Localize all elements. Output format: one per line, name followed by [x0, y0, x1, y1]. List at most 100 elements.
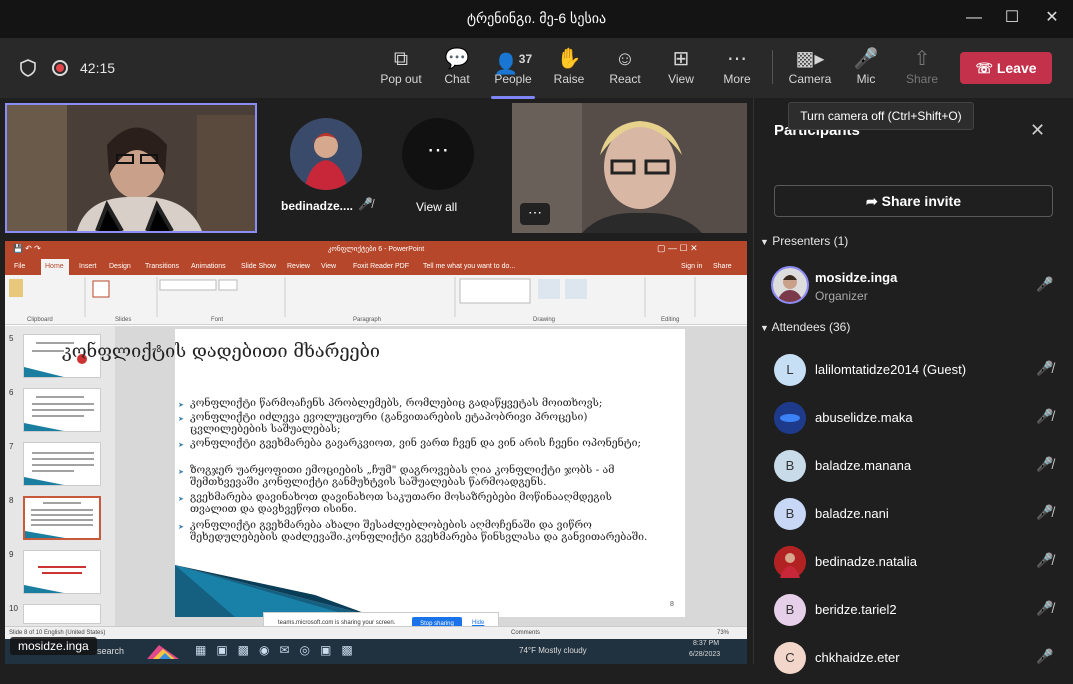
save-icon[interactable]: 💾 ↶ ↷	[13, 244, 41, 253]
ppt-tab-transitions[interactable]: Transitions	[145, 263, 179, 270]
maximize-button[interactable]: ☐	[998, 6, 1026, 30]
attendee-row[interactable]: bedinadze.natalia 🎤̸	[754, 540, 1073, 588]
people-button[interactable]: 👤37 People	[487, 46, 539, 99]
recording-icon	[52, 60, 68, 76]
toolbar-divider	[772, 50, 773, 84]
more-button[interactable]: ⋯ More	[711, 46, 763, 86]
attendees-header[interactable]: ▼ Attendees (36)	[760, 320, 850, 334]
slide-decoration-icon	[175, 565, 375, 617]
ppt-tab-foxit[interactable]: Foxit Reader PDF	[353, 263, 409, 270]
presenter-row[interactable]: mosidze.inga Organizer 🎤	[754, 262, 1073, 310]
raise-hand-button[interactable]: ✋ Raise	[543, 46, 595, 86]
attendee-row[interactable]: L lalilomtatidze2014 (Guest) 🎤̸	[754, 348, 1073, 396]
ppt-share[interactable]: Share	[713, 263, 732, 270]
camera-tooltip: Turn camera off (Ctrl+Shift+O)	[788, 102, 974, 130]
mic-off-icon: 🎤̸	[1036, 600, 1054, 616]
grid-icon: ⊞	[672, 48, 690, 70]
view-button[interactable]: ⊞ View	[655, 46, 707, 86]
attendee-row[interactable]: C chkhaidze.eter 🎤	[754, 636, 1073, 684]
call-timer: 42:15	[80, 60, 116, 76]
attendee-avatar: B	[774, 594, 806, 626]
ppt-window-controls[interactable]: ▢ — ☐ ✕	[657, 243, 698, 254]
zoom-level[interactable]: 73%	[717, 630, 729, 636]
title-bar: ტრენინგი. მე-6 სესია — ☐ ✕	[0, 0, 1073, 38]
shared-screen[interactable]: კონფლიქტები 6 - PowerPoint 💾 ↶ ↷ ▢ — ☐ ✕…	[5, 241, 747, 639]
self-name-label: mosidze.inga	[10, 637, 97, 655]
weather-text[interactable]: 74°F Mostly cloudy	[519, 646, 587, 655]
attendee-name: chkhaidze.eter	[815, 650, 900, 665]
ppt-tab-review[interactable]: Review	[287, 263, 310, 270]
chat-button[interactable]: 💬 Chat	[431, 46, 483, 86]
mic-off-icon: 🎤̸	[1036, 504, 1054, 520]
slide-bullet: გვეხმარება დავინახოთ დავინახოთ საკუთარი …	[178, 491, 660, 515]
attendee-row[interactable]: B baladze.nani 🎤̸	[754, 492, 1073, 540]
mic-button[interactable]: 🎤 Mic	[840, 46, 892, 86]
ppt-tab-design[interactable]: Design	[109, 263, 131, 270]
attendee-name: baladze.manana	[815, 458, 912, 473]
attendee-name: abuselidze.maka	[815, 410, 913, 425]
ppt-tab-home[interactable]: Home	[45, 263, 64, 270]
clock-date[interactable]: 6/28/2023	[689, 651, 720, 658]
more-icon: ⋯	[727, 48, 747, 70]
smiley-icon: ☺	[614, 48, 636, 70]
chevron-down-icon: ▼	[760, 323, 769, 333]
view-all-button[interactable]: ⋯	[402, 118, 474, 190]
close-window-button[interactable]: ✕	[1038, 6, 1066, 30]
chat-icon: 💬	[444, 48, 470, 70]
tell-me-box[interactable]: Tell me what you want to do...	[423, 263, 515, 270]
windows-taskbar: search ▦▣▩◉✉◎▣▩ 74°F Mostly cloudy 8:37 …	[5, 639, 747, 664]
tile-more-button[interactable]: ⋯	[520, 203, 550, 225]
view-label: View	[668, 72, 694, 86]
thumb-number: 6	[9, 388, 14, 397]
react-label: React	[609, 72, 641, 86]
ppt-sign-in[interactable]: Sign in	[681, 263, 702, 270]
bedinadze-avatar[interactable]	[290, 118, 362, 190]
ppt-tab-insert[interactable]: Insert	[79, 263, 97, 270]
leave-button[interactable]: ☏ Leave	[960, 52, 1052, 84]
ppt-tab-file[interactable]: File	[14, 263, 25, 270]
participant-video-icon	[7, 105, 255, 231]
taskbar-search[interactable]: search	[97, 646, 124, 656]
attendee-row[interactable]: abuselidze.maka 🎤̸	[754, 396, 1073, 444]
minimize-button[interactable]: —	[960, 6, 988, 30]
slide-thumbnail[interactable]	[23, 388, 101, 432]
taskbar-apps-icon[interactable]: ▦▣▩◉✉◎▣▩	[195, 643, 363, 657]
close-panel-icon[interactable]: ✕	[1030, 120, 1045, 141]
attendee-avatar	[774, 402, 806, 434]
group-editing: Editing	[661, 317, 680, 323]
attendee-avatar: B	[774, 498, 806, 530]
group-font: Font	[211, 317, 224, 323]
presenter-avatar	[771, 266, 809, 304]
ppt-tab-animations[interactable]: Animations	[191, 263, 226, 270]
attendee-row[interactable]: B beridze.tariel2 🎤̸	[754, 588, 1073, 636]
attendee-name: baladze.nani	[815, 506, 889, 521]
presenters-header-label: Presenters (1)	[772, 234, 849, 248]
participant-video-tile[interactable]: ⋯	[512, 103, 747, 233]
attendees-header-label: Attendees (36)	[771, 320, 851, 334]
mic-off-icon: 🎤̸	[1036, 456, 1054, 472]
ppt-tab-slideshow[interactable]: Slide Show	[241, 263, 276, 270]
self-video-tile[interactable]	[5, 103, 257, 233]
react-button[interactable]: ☺ React	[599, 46, 651, 86]
clock-time[interactable]: 8:37 PM	[693, 640, 719, 647]
hand-icon: ✋	[556, 48, 582, 70]
presenters-header[interactable]: ▼ Presenters (1)	[760, 234, 848, 248]
slide-thumbnail[interactable]	[23, 604, 101, 624]
raise-label: Raise	[553, 72, 585, 86]
attendee-row[interactable]: B baladze.manana 🎤̸	[754, 444, 1073, 492]
ppt-tab-view[interactable]: View	[321, 263, 336, 270]
slide-thumbnail[interactable]	[23, 442, 101, 486]
more-dots-icon: ⋯	[427, 137, 449, 162]
popout-button[interactable]: ⧉ Pop out	[375, 46, 427, 86]
slide-thumbnail-selected[interactable]	[23, 496, 101, 540]
mic-off-icon: 🎤̸	[1036, 360, 1054, 376]
slide-thumbnail[interactable]	[23, 550, 101, 594]
comments-button[interactable]: Comments	[511, 630, 540, 636]
share-invite-button[interactable]: ➦ Share invite	[774, 185, 1053, 217]
camera-button[interactable]: ▩▸ Camera	[784, 46, 836, 86]
share-button[interactable]: ⇧ Share	[896, 46, 948, 86]
people-count: 37	[518, 52, 533, 66]
rainbow-icon	[145, 643, 181, 659]
attendee-avatar: C	[774, 642, 806, 674]
attendee-name: lalilomtatidze2014 (Guest)	[815, 362, 967, 377]
